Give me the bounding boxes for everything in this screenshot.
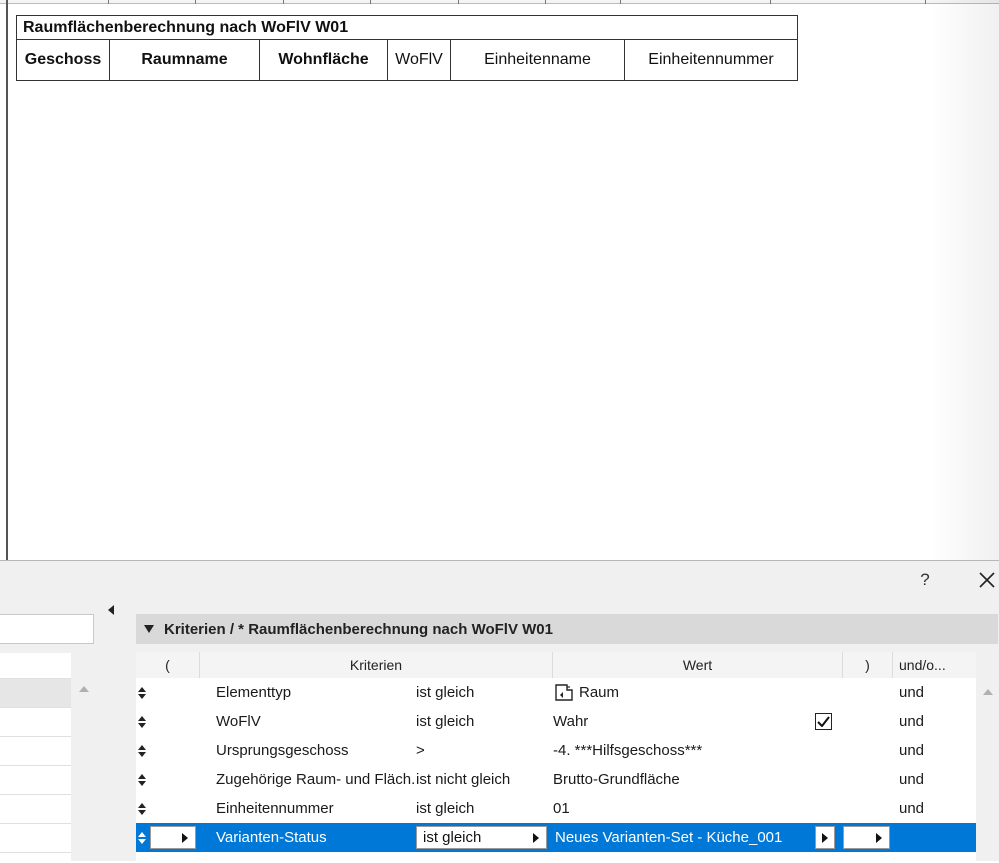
value-cell[interactable]: Raum	[553, 683, 815, 703]
reorder-icon[interactable]	[138, 802, 146, 815]
open-paren-cell[interactable]	[148, 794, 200, 823]
operator-value: ist gleich	[423, 829, 482, 846]
open-paren-cell[interactable]	[148, 707, 200, 736]
criterion-cell[interactable]: Ursprungsgeschoss	[200, 742, 416, 759]
list-item[interactable]	[0, 766, 71, 795]
criteria-grid-header: ( Kriterien Wert ) und/o...	[136, 652, 976, 678]
criteria-row[interactable]: WoFlV ist gleich Wahr und	[136, 707, 976, 736]
column-header-raumname: Raumname	[110, 40, 260, 80]
column-header-woflv: WoFlV	[388, 40, 451, 80]
layout-preview-area: Raumflächenberechnung nach WoFlV W01 Ges…	[0, 0, 999, 560]
scroll-up-icon[interactable]	[982, 686, 994, 698]
header-open-paren: (	[136, 652, 200, 678]
dropdown-arrow-icon	[533, 832, 539, 843]
logic-cell[interactable]: und	[893, 800, 953, 817]
report-table-title: Raumflächenberechnung nach WoFlV W01	[17, 16, 797, 40]
close-paren-dropdown[interactable]	[843, 826, 890, 849]
dropdown-arrow-icon	[182, 832, 188, 843]
page-frame-edge	[6, 0, 8, 560]
room-icon	[555, 683, 573, 701]
left-panel-list	[0, 653, 71, 863]
criteria-grid: ( Kriterien Wert ) und/o... Elementtyp i…	[136, 652, 976, 862]
operator-cell[interactable]: >	[416, 742, 553, 759]
value-dropdown-button[interactable]	[815, 826, 835, 849]
criterion-cell[interactable]: Elementtyp	[200, 684, 416, 701]
column-header-einheitennummer: Einheitennummer	[648, 51, 774, 68]
operator-cell[interactable]: ist nicht gleich	[416, 771, 553, 788]
open-paren-dropdown[interactable]	[150, 826, 196, 849]
open-paren-cell[interactable]	[148, 736, 200, 765]
criteria-dialog: ? Kriterien / * Raumflächenberechnung na…	[0, 560, 999, 863]
value-text: Raum	[579, 684, 620, 701]
report-table-header: Geschoss Raumname Wohnfläche WoFlV Einhe…	[17, 40, 797, 80]
expand-triangle-icon	[144, 625, 154, 633]
list-item[interactable]	[0, 824, 71, 853]
criteria-row[interactable]: Elementtyp ist gleich Raum und	[136, 678, 976, 707]
reorder-icon[interactable]	[138, 744, 146, 757]
criteria-row-selected[interactable]: Varianten-Status ist gleich Neues Varian…	[136, 823, 976, 852]
header-value: Wert	[553, 652, 843, 678]
woflv-checkbox[interactable]	[815, 713, 832, 730]
header-criteria: Kriterien	[200, 652, 553, 678]
list-item[interactable]	[0, 795, 71, 824]
left-panel-input[interactable]	[0, 614, 94, 644]
dropdown-arrow-icon	[822, 832, 828, 843]
criterion-cell[interactable]: Varianten-Status	[200, 829, 416, 846]
criteria-title: Kriterien / * Raumflächenberechnung nach…	[164, 620, 553, 638]
criterion-cell[interactable]: WoFlV	[200, 713, 416, 730]
logic-cell[interactable]: und	[893, 771, 953, 788]
open-paren-cell[interactable]	[148, 765, 200, 794]
help-button[interactable]: ?	[914, 569, 936, 591]
column-header-wohnflaeche: Wohnfläche	[260, 40, 388, 80]
report-table[interactable]: Raumflächenberechnung nach WoFlV W01 Ges…	[16, 15, 798, 81]
close-icon	[979, 572, 995, 588]
reorder-icon[interactable]	[138, 831, 146, 844]
logic-cell[interactable]: und	[893, 742, 953, 759]
logic-cell[interactable]: und	[893, 684, 953, 701]
criteria-row[interactable]: Einheitennummer ist gleich 01 und	[136, 794, 976, 823]
operator-cell[interactable]: ist gleich	[416, 800, 553, 817]
value-cell[interactable]: Wahr	[553, 713, 815, 730]
criteria-title-bar[interactable]: Kriterien / * Raumflächenberechnung nach…	[136, 614, 998, 644]
operator-cell[interactable]: ist gleich	[416, 684, 553, 701]
operator-dropdown[interactable]: ist gleich	[416, 826, 547, 849]
reorder-icon[interactable]	[138, 773, 146, 786]
value-cell[interactable]: 01	[553, 800, 815, 817]
reorder-icon[interactable]	[138, 715, 146, 728]
page-shadow	[929, 0, 999, 560]
list-item[interactable]	[0, 708, 71, 737]
logic-cell[interactable]: und	[893, 713, 953, 730]
value-cell[interactable]: Neues Varianten-Set - Küche_001	[553, 829, 815, 846]
criteria-row[interactable]: Ursprungsgeschoss > -4. ***Hilfsgeschoss…	[136, 736, 976, 765]
header-close-paren: )	[843, 652, 893, 678]
list-item[interactable]	[0, 653, 71, 679]
scroll-up-icon[interactable]	[78, 683, 90, 695]
operator-cell[interactable]: ist gleich	[416, 713, 553, 730]
column-header-geschoss: Geschoss	[17, 40, 110, 80]
open-paren-cell[interactable]	[148, 678, 200, 707]
top-ruler	[0, 0, 999, 4]
header-and-or: und/o...	[899, 657, 946, 673]
criteria-row[interactable]: Zugehörige Raum- und Fläch... ist nicht …	[136, 765, 976, 794]
dropdown-arrow-icon	[876, 832, 882, 843]
checkmark-icon	[817, 716, 830, 727]
column-header-einheitenname: Einheitenname	[451, 40, 625, 80]
list-item[interactable]	[0, 737, 71, 766]
value-cell[interactable]: -4. ***Hilfsgeschoss***	[553, 742, 815, 759]
left-panel	[0, 611, 100, 863]
value-cell[interactable]: Brutto-Grundfläche	[553, 771, 815, 788]
list-item[interactable]	[0, 679, 71, 708]
close-button[interactable]	[974, 567, 999, 593]
reorder-icon[interactable]	[138, 686, 146, 699]
criterion-cell[interactable]: Einheitennummer	[200, 800, 416, 817]
criterion-cell[interactable]: Zugehörige Raum- und Fläch...	[200, 771, 416, 788]
criteria-panel: Kriterien / * Raumflächenberechnung nach…	[136, 614, 998, 862]
collapse-left-icon[interactable]	[106, 604, 116, 616]
